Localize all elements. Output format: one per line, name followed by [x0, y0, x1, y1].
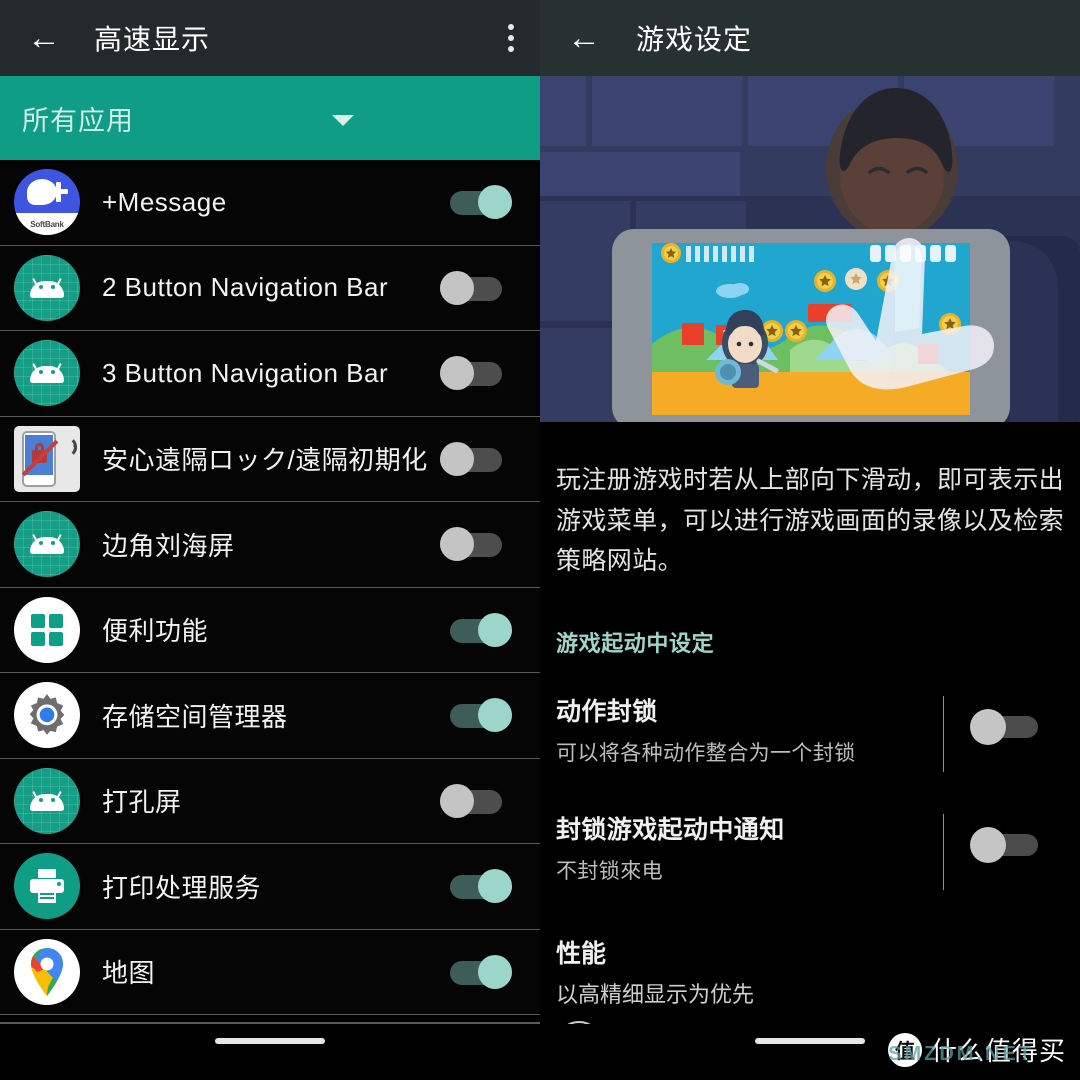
list-item[interactable]: 边角刘海屏 — [0, 502, 540, 588]
left-page-title: 高速显示 — [94, 24, 211, 55]
list-item[interactable]: 存储空间管理器 — [0, 673, 540, 759]
setting-subtitle: 可以将各种动作整合为一个封锁 — [556, 741, 856, 765]
setting-subtitle: 不封锁來电 — [556, 859, 663, 883]
app-toggle[interactable] — [440, 610, 512, 650]
left-app-bar: ← 高速显示 — [0, 0, 540, 76]
person-playing-game-on-tablet-illustration: ? — [540, 76, 1080, 434]
app-name: 3 Button Navigation Bar — [102, 357, 389, 388]
setting-row-action-lock[interactable]: 动作封锁 可以将各种动作整合为一个封锁 — [556, 692, 1064, 776]
app-name: 安心遠隔ロック/遠隔初期化 — [102, 445, 428, 476]
app-name: +Message — [102, 186, 227, 217]
app-toggle[interactable] — [440, 268, 512, 308]
app-toggle[interactable] — [440, 439, 512, 479]
right-app-bar: ← 游戏设定 — [540, 0, 1080, 76]
app-list[interactable]: SoftBank +Message 2 Button Navigation Ba… — [0, 160, 540, 1015]
watermark-overlay-text: SMZDM.NET — [888, 1043, 1034, 1065]
app-toggle[interactable] — [440, 353, 512, 393]
app-name: 地图 — [102, 958, 156, 989]
list-item[interactable]: SoftBank +Message — [0, 160, 540, 246]
setting-toggle[interactable] — [970, 826, 1038, 864]
app-toggle[interactable] — [440, 182, 512, 222]
list-item[interactable]: 安心遠隔ロック/遠隔初期化 — [0, 416, 540, 502]
left-navigation-bar — [0, 1024, 540, 1080]
app-toggle[interactable] — [440, 952, 512, 992]
gear-icon — [14, 682, 80, 749]
all-apps-filter-label: 所有应用 — [22, 105, 134, 136]
setting-title: 封锁游戏起动中通知 — [556, 815, 785, 844]
printer-icon — [14, 853, 80, 920]
app-name: 边角刘海屏 — [102, 530, 235, 561]
android-icon — [14, 767, 80, 834]
app-toggle[interactable] — [440, 781, 512, 821]
app-toggle[interactable] — [440, 524, 512, 564]
setting-title: 动作封锁 — [556, 697, 658, 726]
android-icon — [14, 511, 80, 578]
back-arrow-icon[interactable]: ← — [556, 10, 612, 66]
right-page-title: 游戏设定 — [636, 24, 753, 55]
performance-value: 以高精细显示为优先 — [556, 981, 755, 1007]
list-item[interactable]: 2 Button Navigation Bar — [0, 245, 540, 331]
plus-message-icon: SoftBank — [14, 169, 80, 236]
home-indicator[interactable] — [215, 1038, 325, 1044]
setting-row-block-notifications[interactable]: 封锁游戏起动中通知 不封锁來电 — [556, 810, 1064, 894]
android-icon — [14, 340, 80, 407]
list-item[interactable]: 打印处理服务 — [0, 844, 540, 930]
app-toggle[interactable] — [440, 866, 512, 906]
all-apps-filter-dropdown[interactable]: 所有应用 — [0, 76, 540, 160]
google-maps-icon — [14, 938, 80, 1005]
home-indicator[interactable] — [755, 1038, 865, 1044]
four-squares-icon — [14, 596, 80, 663]
app-name: 打孔屏 — [102, 787, 182, 818]
left-pane-high-speed-display: ← 高速显示 所有应用 SoftBank +Message 2 Button N… — [0, 0, 540, 1080]
back-arrow-icon[interactable]: ← — [16, 10, 72, 66]
app-name: 2 Button Navigation Bar — [102, 272, 389, 303]
setting-toggle[interactable] — [970, 708, 1038, 746]
list-item[interactable]: 便利功能 — [0, 587, 540, 673]
list-item[interactable]: 3 Button Navigation Bar — [0, 331, 540, 417]
right-content: 玩注册游戏时若从上部向下滑动，即可表示出游戏菜单，可以进行游戏画面的录像以及检索… — [540, 460, 1080, 1080]
app-toggle[interactable] — [440, 695, 512, 735]
list-item[interactable]: 地图 — [0, 929, 540, 1015]
performance-title: 性能 — [556, 939, 607, 968]
app-name: 存储空间管理器 — [102, 701, 288, 732]
game-settings-description: 玩注册游戏时若从上部向下滑动，即可表示出游戏菜单，可以进行游戏画面的录像以及检索… — [556, 466, 1065, 575]
remote-lock-icon — [14, 425, 80, 492]
right-pane-game-settings: ← 游戏设定 玩注册游戏时若从上部向下滑动，即可表示出游戏菜单，可以进行游戏画面… — [540, 0, 1080, 1080]
chevron-down-icon — [332, 115, 354, 126]
list-item[interactable]: 打孔屏 — [0, 758, 540, 844]
overflow-menu-icon[interactable] — [508, 24, 514, 52]
dual-screenshot: ← 高速显示 所有应用 SoftBank +Message 2 Button N… — [0, 0, 1080, 1080]
android-icon — [14, 254, 80, 321]
section-header-game-running-settings: 游戏起动中设定 — [556, 630, 715, 656]
app-name: 打印处理服务 — [102, 872, 262, 903]
app-name: 便利功能 — [102, 616, 209, 647]
